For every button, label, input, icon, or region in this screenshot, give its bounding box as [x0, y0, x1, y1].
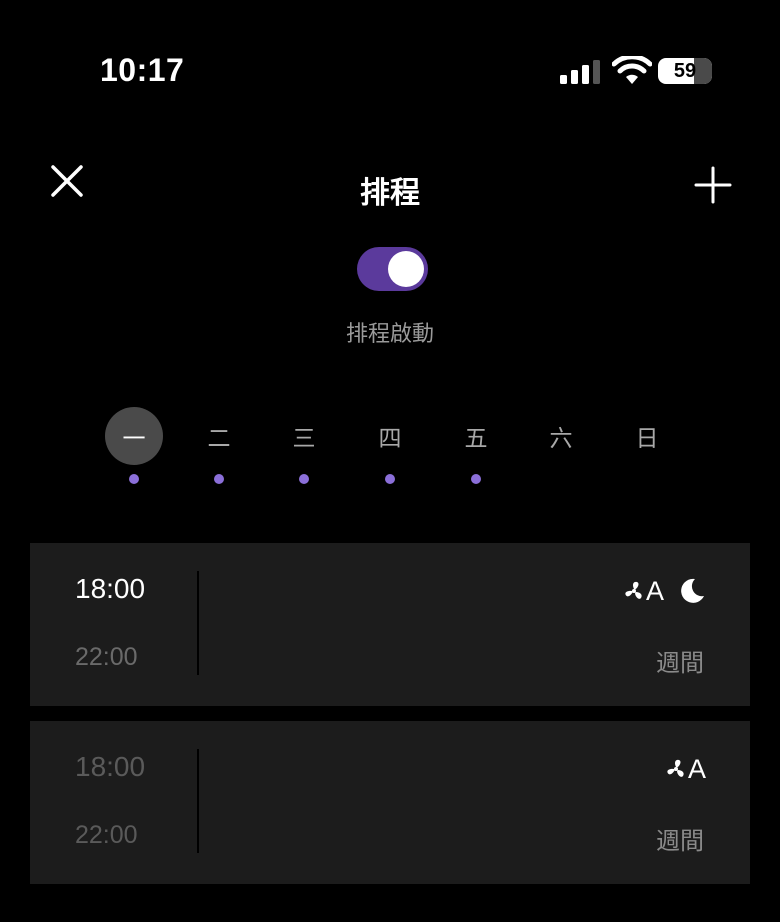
day-label: 五	[464, 426, 488, 452]
day-sun[interactable]: 日	[617, 404, 677, 494]
toggle-knob	[388, 251, 424, 287]
day-dot	[214, 474, 224, 484]
day-thu[interactable]: 四	[360, 404, 420, 494]
schedule-mode-icons: A	[623, 575, 706, 607]
schedule-screen: 10:17 59 排程 排程啟動 一 二 三 四 五 六 日 18:00 22:…	[0, 0, 780, 922]
page-title: 排程	[360, 176, 420, 211]
day-dot	[299, 474, 309, 484]
fan-mode-letter: A	[687, 753, 706, 784]
schedule-end-time: 22:00	[75, 643, 138, 671]
day-mon[interactable]: 一	[104, 404, 164, 494]
fan-auto-indicator: A	[665, 753, 706, 785]
cellular-signal-icon	[560, 60, 600, 84]
plus-icon[interactable]	[694, 166, 732, 204]
day-sat[interactable]: 六	[531, 404, 591, 494]
card-divider	[197, 749, 199, 853]
schedule-repeat-label: 週間	[656, 827, 704, 855]
day-label: 六	[549, 426, 573, 452]
day-tue[interactable]: 二	[189, 404, 249, 494]
battery-icon: 59	[658, 58, 712, 84]
schedule-enable-label: 排程啟動	[345, 322, 434, 347]
schedule-start-time: 18:00	[75, 751, 146, 782]
schedule-start-time: 18:00	[75, 573, 146, 604]
wifi-icon	[612, 56, 652, 84]
day-fri[interactable]: 五	[446, 404, 506, 494]
battery-level: 59	[673, 59, 697, 82]
schedule-enable-toggle[interactable]	[357, 247, 428, 291]
schedule-mode-icons: A	[665, 753, 706, 785]
schedule-end-time: 22:00	[75, 821, 138, 849]
fan-icon	[667, 759, 684, 777]
day-label: 四	[378, 426, 402, 452]
day-dot	[129, 474, 139, 484]
day-dot	[385, 474, 395, 484]
day-label: 二	[207, 426, 231, 452]
card-divider	[197, 571, 199, 675]
schedule-card[interactable]: 18:00 22:00 A 週間	[30, 543, 750, 706]
moon-icon	[681, 578, 704, 603]
schedule-card[interactable]: 18:00 22:00 A 週間	[30, 721, 750, 884]
status-time: 10:17	[100, 52, 185, 88]
day-label: 一	[105, 407, 163, 465]
fan-mode-letter: A	[645, 575, 664, 606]
schedule-repeat-label: 週間	[656, 649, 704, 677]
fan-auto-indicator: A	[623, 575, 664, 607]
day-label: 日	[635, 426, 659, 452]
day-wed[interactable]: 三	[274, 404, 334, 494]
fan-icon	[625, 581, 642, 599]
day-label: 三	[292, 426, 316, 452]
day-dot	[471, 474, 481, 484]
day-selector: 一 二 三 四 五 六 日	[0, 404, 780, 494]
